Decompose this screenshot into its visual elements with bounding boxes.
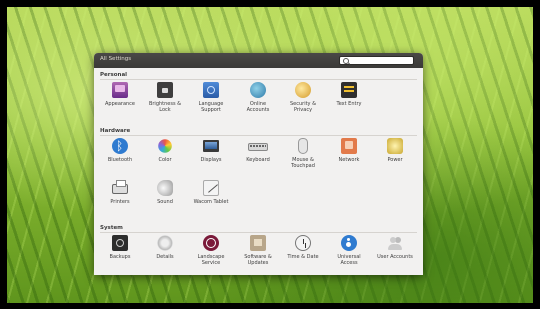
settings-item-details[interactable]: Details — [142, 235, 188, 275]
section-divider — [100, 135, 417, 136]
item-label: Brightness & Lock — [148, 101, 182, 113]
item-label: Time & Date — [287, 254, 319, 260]
security-privacy-icon — [295, 82, 311, 98]
brightness-lock-icon — [157, 82, 173, 98]
settings-item-language-support[interactable]: Language Support — [188, 82, 234, 122]
user-accounts-icon — [387, 235, 403, 251]
item-label: Online Accounts — [246, 101, 270, 113]
software-updates-icon — [250, 235, 266, 251]
settings-item-security-privacy[interactable]: Security & Privacy — [280, 82, 326, 122]
settings-item-power[interactable]: Power — [372, 138, 418, 178]
power-icon — [387, 138, 403, 154]
item-label: Keyboard — [246, 157, 270, 163]
backups-icon — [112, 235, 128, 251]
settings-item-user-accounts[interactable]: User Accounts — [372, 235, 418, 275]
settings-item-universal-access[interactable]: Universal Access — [326, 235, 372, 275]
item-label: Software & Updates — [244, 254, 272, 266]
section-divider — [100, 79, 417, 80]
settings-item-appearance[interactable]: Appearance — [97, 82, 143, 122]
item-label: Landscape Service — [197, 254, 225, 266]
settings-item-backups[interactable]: Backups — [97, 235, 143, 275]
item-label: Text Entry — [336, 101, 362, 107]
item-label: Backups — [109, 254, 131, 260]
universal-access-icon — [341, 235, 357, 251]
settings-item-brightness-lock[interactable]: Brightness & Lock — [142, 82, 188, 122]
item-label: Sound — [157, 199, 173, 205]
settings-item-software-updates[interactable]: Software & Updates — [235, 235, 281, 275]
item-label: Displays — [200, 157, 222, 163]
search-input[interactable] — [339, 56, 414, 65]
settings-item-color[interactable]: Color — [142, 138, 188, 178]
item-label: Color — [158, 157, 172, 163]
settings-item-displays[interactable]: Displays — [188, 138, 234, 178]
settings-item-bluetooth[interactable]: Bluetooth — [97, 138, 143, 178]
item-label: User Accounts — [377, 254, 413, 260]
settings-item-mouse-touchpad[interactable]: Mouse & Touchpad — [280, 138, 326, 178]
settings-item-keyboard[interactable]: Keyboard — [235, 138, 281, 178]
time-date-icon — [295, 235, 311, 251]
section-divider — [100, 232, 417, 233]
item-label: Printers — [110, 199, 130, 205]
text-entry-icon — [341, 82, 357, 98]
mouse-touchpad-icon — [298, 138, 308, 154]
settings-item-wacom-tablet[interactable]: Wacom Tablet — [188, 180, 234, 220]
bluetooth-icon — [112, 138, 128, 154]
appearance-icon — [112, 82, 128, 98]
section-title-system: System — [100, 225, 123, 231]
window-title: All Settings — [100, 56, 132, 62]
network-icon — [341, 138, 357, 154]
item-label: Mouse & Touchpad — [291, 157, 315, 169]
settings-item-landscape-service[interactable]: Landscape Service — [188, 235, 234, 275]
settings-item-time-date[interactable]: Time & Date — [280, 235, 326, 275]
keyboard-icon — [248, 143, 268, 151]
search-icon — [343, 58, 349, 64]
item-label: Power — [387, 157, 403, 163]
wacom-tablet-icon — [203, 180, 219, 196]
settings-item-text-entry[interactable]: Text Entry — [326, 82, 372, 122]
item-label: Wacom Tablet — [193, 199, 229, 205]
language-support-icon — [203, 82, 219, 98]
section-title-personal: Personal — [100, 72, 128, 78]
landscape-service-icon — [203, 235, 219, 251]
item-label: Bluetooth — [107, 157, 133, 163]
item-label: Security & Privacy — [289, 101, 317, 113]
settings-item-online-accounts[interactable]: Online Accounts — [235, 82, 281, 122]
settings-item-sound[interactable]: Sound — [142, 180, 188, 220]
online-accounts-icon — [250, 82, 266, 98]
color-icon — [158, 139, 172, 153]
item-label: Appearance — [104, 101, 136, 107]
sound-icon — [157, 180, 173, 196]
item-label: Network — [338, 157, 360, 163]
item-label: Details — [156, 254, 174, 260]
settings-item-printers[interactable]: Printers — [97, 180, 143, 220]
settings-window: All Settings Personal Appearance Brightn… — [94, 53, 423, 275]
settings-item-network[interactable]: Network — [326, 138, 372, 178]
displays-icon — [203, 140, 219, 152]
item-label: Language Support — [198, 101, 224, 113]
title-bar: All Settings — [94, 53, 423, 68]
item-label: Universal Access — [337, 254, 361, 266]
printers-icon — [112, 180, 128, 194]
details-icon — [157, 235, 173, 251]
section-title-hardware: Hardware — [100, 128, 131, 134]
